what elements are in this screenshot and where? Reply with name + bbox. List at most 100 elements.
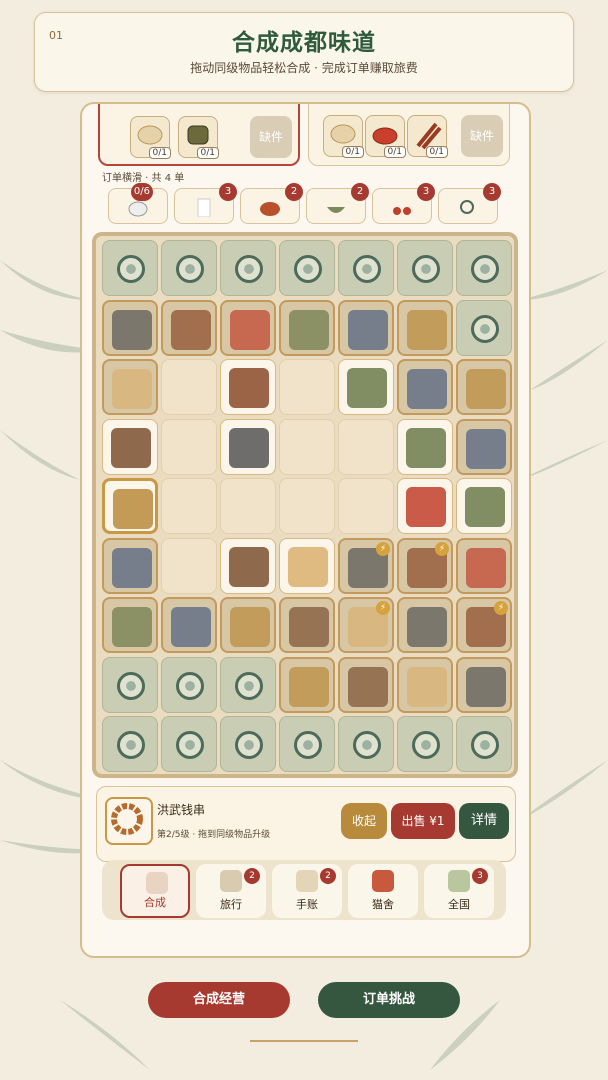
board-item[interactable]: [161, 597, 217, 653]
nav-item-nationwide[interactable]: 3 全国: [424, 864, 494, 918]
board-item[interactable]: [220, 537, 276, 594]
board-item[interactable]: [220, 299, 276, 356]
board-item[interactable]: [102, 597, 158, 653]
requirement-qty: 0/1: [196, 147, 219, 159]
locked-cell[interactable]: [338, 240, 394, 296]
board-item[interactable]: [161, 299, 217, 356]
locked-cell[interactable]: [456, 716, 512, 772]
order-requirement-purse: 0/1: [178, 116, 219, 159]
order-tab[interactable]: 2: [240, 183, 303, 224]
travel-icon: [220, 870, 242, 892]
board-item[interactable]: [102, 478, 158, 534]
board-item[interactable]: [338, 299, 394, 356]
order-card[interactable]: 0/1 0/1 0/1 缺件: [308, 104, 510, 166]
order-requirement-spicy-dish: 0/1: [365, 115, 406, 158]
item-icon: [466, 547, 506, 588]
board-item[interactable]: ⚡: [338, 537, 394, 594]
locked-cell[interactable]: [102, 656, 158, 713]
board-item[interactable]: [456, 359, 512, 415]
board-item[interactable]: [279, 299, 335, 356]
detail-button[interactable]: 详情: [459, 803, 509, 839]
board-item[interactable]: [456, 478, 512, 534]
board-item[interactable]: [102, 359, 158, 415]
nav-item-merge[interactable]: 合成: [120, 864, 190, 918]
merge-business-button[interactable]: 合成经营: [148, 982, 290, 1018]
locked-cell[interactable]: [456, 240, 512, 296]
board-item[interactable]: [220, 418, 276, 475]
board-item[interactable]: ⚡: [397, 537, 453, 594]
map-icon: [448, 870, 470, 892]
board-item[interactable]: [102, 299, 158, 356]
order-tab[interactable]: 0/6: [108, 183, 168, 224]
board-item[interactable]: [397, 299, 453, 356]
item-icon: [406, 487, 446, 527]
locked-cell[interactable]: [338, 716, 394, 772]
item-icon: [289, 309, 329, 350]
selected-item-name: 洪武钱串: [157, 803, 206, 817]
empty-cell: [220, 478, 276, 534]
board-item[interactable]: [456, 656, 512, 713]
locked-cell[interactable]: [102, 716, 158, 772]
locked-cell[interactable]: [220, 240, 276, 296]
board-item[interactable]: [220, 359, 276, 415]
locked-cell[interactable]: [397, 240, 453, 296]
bowl-icon: [327, 207, 345, 213]
board-item[interactable]: [397, 359, 453, 415]
board-item[interactable]: [456, 418, 512, 475]
board-item[interactable]: [397, 478, 453, 534]
nav-item-journal[interactable]: 2 手账: [272, 864, 342, 918]
nav-label: 全国: [448, 898, 470, 911]
board-item[interactable]: [397, 597, 453, 653]
board-item[interactable]: [279, 537, 335, 594]
missing-items-button[interactable]: 缺件: [250, 116, 292, 158]
missing-items-button[interactable]: 缺件: [461, 115, 503, 157]
item-icon: [229, 427, 269, 468]
scissors-icon: [393, 207, 411, 215]
requirement-qty: 0/1: [383, 146, 406, 158]
item-icon: [111, 427, 151, 468]
sell-button[interactable]: 出售 ¥1: [391, 803, 455, 839]
locked-cell[interactable]: [220, 716, 276, 772]
nav-badge: 2: [244, 868, 260, 884]
item-icon: [466, 666, 506, 707]
collect-button[interactable]: 收起: [341, 803, 387, 839]
locked-cell[interactable]: [102, 240, 158, 296]
board-item[interactable]: [102, 418, 158, 475]
board-item[interactable]: [456, 537, 512, 594]
board-item[interactable]: [279, 656, 335, 713]
empty-cell: [279, 418, 335, 475]
bottom-nav: 合成 2 旅行 2 手账 猫舍 3 全国: [102, 860, 506, 920]
order-tab[interactable]: 3: [174, 183, 237, 224]
order-tab[interactable]: 3: [372, 183, 435, 224]
nav-item-travel[interactable]: 2 旅行: [196, 864, 266, 918]
board-item[interactable]: [338, 656, 394, 713]
locked-cell[interactable]: [397, 716, 453, 772]
board-item[interactable]: [397, 418, 453, 475]
board-item[interactable]: [397, 656, 453, 713]
board-item[interactable]: ⚡: [338, 597, 394, 653]
locked-cell[interactable]: [279, 716, 335, 772]
board-item[interactable]: [338, 359, 394, 415]
locked-cell[interactable]: [161, 240, 217, 296]
order-tab[interactable]: 3: [438, 183, 501, 224]
locked-cell[interactable]: [161, 656, 217, 713]
order-requirement-noodles: 0/1: [130, 116, 171, 159]
locked-cell[interactable]: [456, 299, 512, 356]
board-item[interactable]: [102, 537, 158, 594]
order-card[interactable]: 0/1 0/1 缺件: [98, 104, 300, 166]
board-item[interactable]: ⚡: [456, 597, 512, 653]
board-item[interactable]: [220, 597, 276, 653]
item-icon: [348, 666, 388, 707]
board-item[interactable]: [279, 597, 335, 653]
locked-cell[interactable]: [279, 240, 335, 296]
empty-cell: [161, 418, 217, 475]
order-progress-badge: 0/6: [130, 183, 153, 201]
order-challenge-button[interactable]: 订单挑战: [318, 982, 460, 1018]
locked-cell[interactable]: [161, 716, 217, 772]
order-tab[interactable]: 2: [306, 183, 369, 224]
nav-item-cat-house[interactable]: 猫舍: [348, 864, 418, 918]
item-icon: [289, 607, 329, 647]
item-icon: [171, 309, 211, 350]
locked-cell[interactable]: [220, 656, 276, 713]
empty-cell: [161, 478, 217, 534]
